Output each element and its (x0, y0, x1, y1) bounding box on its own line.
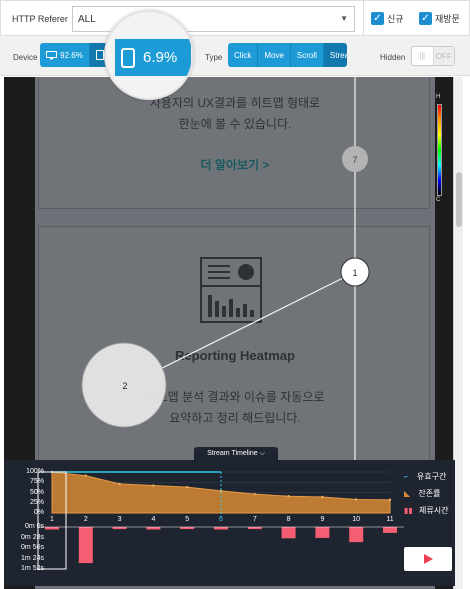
dwell-tick-label: 0m 28s (21, 533, 44, 541)
legend-dwell: ▮▮ 체류시간 (404, 505, 449, 516)
segment-label[interactable]: 2 (71, 516, 101, 523)
segment-label[interactable]: 11 (375, 516, 405, 523)
filter-bar: HTTP Referer ALL ▼ ✓ 신규 ✓ 재방문 (0, 0, 470, 37)
segment-label[interactable]: 6 (206, 516, 236, 523)
phone-icon (121, 47, 135, 68)
tablet-icon (95, 50, 104, 60)
new-visitor-label: 신규 (387, 14, 404, 24)
play-icon (424, 554, 433, 564)
type-click-button[interactable]: Click (228, 43, 259, 67)
referer-value: ALL (78, 14, 96, 25)
desktop-pct: 92.6% (60, 50, 83, 60)
dwell-icon: ▮▮ (404, 506, 413, 515)
device-selector: 92.6% (40, 43, 110, 67)
stream-timeline-panel (4, 460, 455, 586)
dwell-tick-label: 0m 56s (21, 544, 44, 551)
heatmap-app: HTTP Referer ALL ▼ ✓ 신규 ✓ 재방문 Device 92.… (0, 0, 470, 589)
dwell-tick-label: 1m 52s (21, 565, 44, 572)
legend-dwell-label: 체류시간 (419, 506, 449, 515)
marker-2-label: 2 (122, 381, 127, 391)
dwell-tick-label: 1m 24s (21, 554, 44, 562)
retention-tick-label: 100% (26, 468, 44, 475)
referer-label: HTTP Referer (12, 14, 68, 24)
mobile-button[interactable]: 6.9% (115, 39, 191, 76)
type-label: Type (205, 53, 223, 62)
type-move-button[interactable]: Move (258, 43, 291, 67)
segment-label[interactable]: 10 (341, 516, 371, 523)
segment-label[interactable]: 4 (138, 516, 168, 523)
legend-valid-label: 유효구간 (416, 472, 447, 481)
returning-visitor-checkbox[interactable]: ✓ 재방문 (419, 12, 460, 25)
segment-label[interactable]: 7 (240, 516, 270, 523)
check-icon: ✓ (371, 12, 384, 25)
toggle-handle: ||| (412, 47, 434, 65)
retention-tick-label: 25% (29, 498, 44, 506)
type-selector: Click Move Scroll Stream (228, 43, 347, 67)
valid-range-icon: ⌐ (404, 472, 409, 481)
segment-label[interactable]: 1 (37, 516, 67, 523)
hidden-label: Hidden (380, 53, 406, 62)
returning-visitor-label: 재방문 (435, 14, 460, 24)
monitor-icon (46, 50, 58, 59)
legend-retention-label: 잔존률 (418, 489, 441, 498)
type-stream-button[interactable]: Stream (323, 43, 347, 67)
mobile-pct: 6.9% (143, 49, 178, 66)
retention-tick-label: 50% (29, 488, 44, 496)
segment-label[interactable]: 5 (172, 516, 202, 523)
toolbar: Device 92.6% Type Click Move Scroll Stre… (0, 36, 470, 76)
retention-tick-label: 0% (33, 509, 44, 516)
dwell-tick-label: 0m 0s (24, 523, 44, 530)
toggle-off-label: OFF (433, 47, 454, 65)
segment-label[interactable]: 8 (274, 516, 304, 523)
retention-icon: ◣ (404, 489, 411, 498)
hidden-toggle[interactable]: ||| OFF (411, 46, 455, 66)
segment-label[interactable]: 9 (307, 516, 337, 523)
new-visitor-checkbox[interactable]: ✓ 신규 (371, 12, 404, 25)
stream-timeline-tab[interactable]: Stream Timeline ⌵ (194, 447, 278, 461)
play-button[interactable] (404, 547, 452, 571)
device-magnifier: 6.9% (104, 10, 194, 100)
marker-7-label: 7 (352, 155, 357, 165)
divider (363, 1, 364, 37)
device-label: Device (13, 53, 38, 62)
type-scroll-button[interactable]: Scroll (290, 43, 324, 67)
segment-label[interactable]: 3 (105, 516, 135, 523)
desktop-button[interactable]: 92.6% (40, 43, 90, 67)
retention-tick-label: 75% (29, 478, 44, 486)
legend-retention: ◣ 잔존률 (404, 488, 440, 499)
check-icon: ✓ (419, 12, 432, 25)
chevron-down-icon: ▼ (340, 14, 348, 23)
legend-valid-range: ⌐ 유효구간 (404, 471, 446, 482)
marker-1-label: 1 (352, 268, 357, 278)
